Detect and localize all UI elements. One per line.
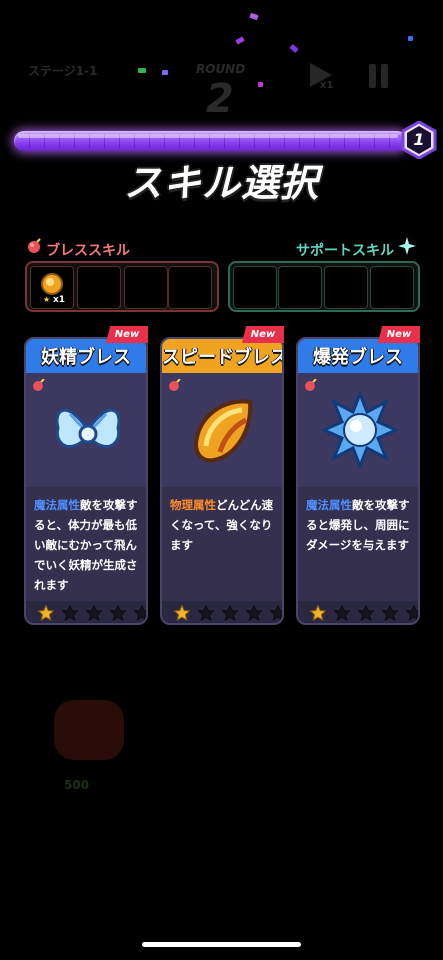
attribute-keyword: 物理属性 — [170, 498, 216, 512]
round-number: 2 — [206, 76, 234, 122]
description-text: 敵を攻撃すると、体力が最も低い敵にむかって飛んでいく妖精が生成されます — [34, 498, 138, 592]
skill-card-speed-breath[interactable]: スピードブレス 物理属性どんどん速くなって、強くなります — [160, 337, 284, 625]
breath-skill-slots: ★ x1 — [25, 261, 219, 312]
card-art-area — [162, 373, 282, 487]
card-header: 妖精ブレス — [26, 339, 146, 373]
breath-skill-slot[interactable] — [124, 266, 168, 309]
confetti-piece — [289, 44, 299, 53]
star-empty-icon — [134, 605, 146, 621]
explosion-icon — [320, 390, 400, 470]
support-skill-slot[interactable] — [233, 266, 277, 309]
breath-skill-medal-icon — [41, 273, 63, 295]
attribute-keyword: 魔法属性 — [34, 498, 80, 512]
star-filled-icon — [38, 605, 54, 621]
progress-bar-shine — [18, 134, 398, 138]
attribute-keyword: 魔法属性 — [306, 498, 352, 512]
sparkle-icon — [398, 237, 416, 255]
card-art-area — [26, 373, 146, 487]
star-mini-icon: ★ — [43, 295, 51, 304]
breath-skill-slot[interactable] — [168, 266, 212, 309]
star-empty-icon — [62, 605, 78, 621]
card-header: 爆発ブレス — [298, 339, 418, 373]
confetti-piece — [408, 36, 413, 41]
fairy-wings-icon — [55, 408, 121, 448]
monster-health-value: 500 — [64, 778, 90, 792]
card-name: 妖精ブレス — [41, 347, 131, 368]
confetti-piece — [258, 82, 263, 87]
level-number: 1 — [413, 130, 425, 149]
new-badge: New — [242, 326, 284, 343]
support-skill-slot[interactable] — [278, 266, 322, 309]
confetti-piece — [235, 36, 245, 45]
bomb-icon — [27, 238, 43, 254]
speed-label: x1 — [320, 80, 334, 91]
speed-button[interactable]: x1 — [306, 60, 336, 91]
pause-button[interactable] — [366, 62, 392, 90]
star-empty-icon — [382, 605, 398, 621]
star-empty-icon — [110, 605, 126, 621]
background-monster — [54, 700, 124, 760]
pause-icon — [369, 64, 388, 88]
star-empty-icon — [406, 605, 418, 621]
support-skill-slots — [228, 261, 420, 312]
star-filled-icon — [310, 605, 326, 621]
home-indicator — [142, 942, 301, 947]
star-empty-icon — [334, 605, 350, 621]
star-empty-icon — [270, 605, 282, 621]
breath-skill-slot[interactable]: ★ x1 — [30, 266, 74, 309]
star-rating — [26, 601, 146, 623]
star-empty-icon — [198, 605, 214, 621]
breath-skill-label: ブレススキル — [46, 243, 130, 259]
bomb-icon — [305, 379, 317, 391]
speed-swirl-icon — [193, 399, 253, 463]
breath-skill-slot[interactable] — [77, 266, 121, 309]
confetti-piece — [249, 12, 259, 21]
new-badge: New — [106, 326, 148, 343]
skill-card-fairy-breath[interactable]: 妖精ブレス 魔法属性敵を攻撃すると、体力が最も低い敵にむかって飛んでいく妖精が生… — [24, 337, 148, 625]
card-name: 爆発ブレス — [313, 347, 403, 368]
star-filled-icon — [174, 605, 190, 621]
card-description: 魔法属性敵を攻撃すると爆発し、周囲にダメージを与えます — [306, 495, 416, 555]
support-skill-slot[interactable] — [324, 266, 368, 309]
new-badge: New — [378, 326, 420, 343]
star-empty-icon — [358, 605, 374, 621]
stage-label: ステージ1-1 — [28, 64, 98, 78]
star-empty-icon — [246, 605, 262, 621]
round-label: ROUND — [196, 62, 246, 76]
card-description: 物理属性どんどん速くなって、強くなります — [170, 495, 280, 555]
skill-card-explosion-breath[interactable]: 爆発ブレス 魔法属性敵を攻撃すると爆発し、周囲にダメージを与えます — [296, 337, 420, 625]
bomb-icon — [33, 379, 45, 391]
star-empty-icon — [86, 605, 102, 621]
confetti-piece — [138, 68, 146, 73]
card-description: 魔法属性敵を攻撃すると、体力が最も低い敵にむかって飛んでいく妖精が生成されます — [34, 495, 144, 595]
bomb-icon — [169, 379, 181, 391]
star-rating — [162, 601, 282, 623]
star-empty-icon — [222, 605, 238, 621]
card-art-area — [298, 373, 418, 487]
star-rating — [298, 601, 418, 623]
support-skill-label: サポートスキル — [296, 243, 394, 259]
breath-skill-count: x1 — [53, 295, 66, 305]
card-name: スピードブレス — [162, 347, 284, 368]
card-header: スピードブレス — [162, 339, 282, 373]
confetti-piece — [162, 70, 168, 75]
page-title: スキル選択 — [123, 161, 319, 205]
support-skill-slot[interactable] — [370, 266, 414, 309]
